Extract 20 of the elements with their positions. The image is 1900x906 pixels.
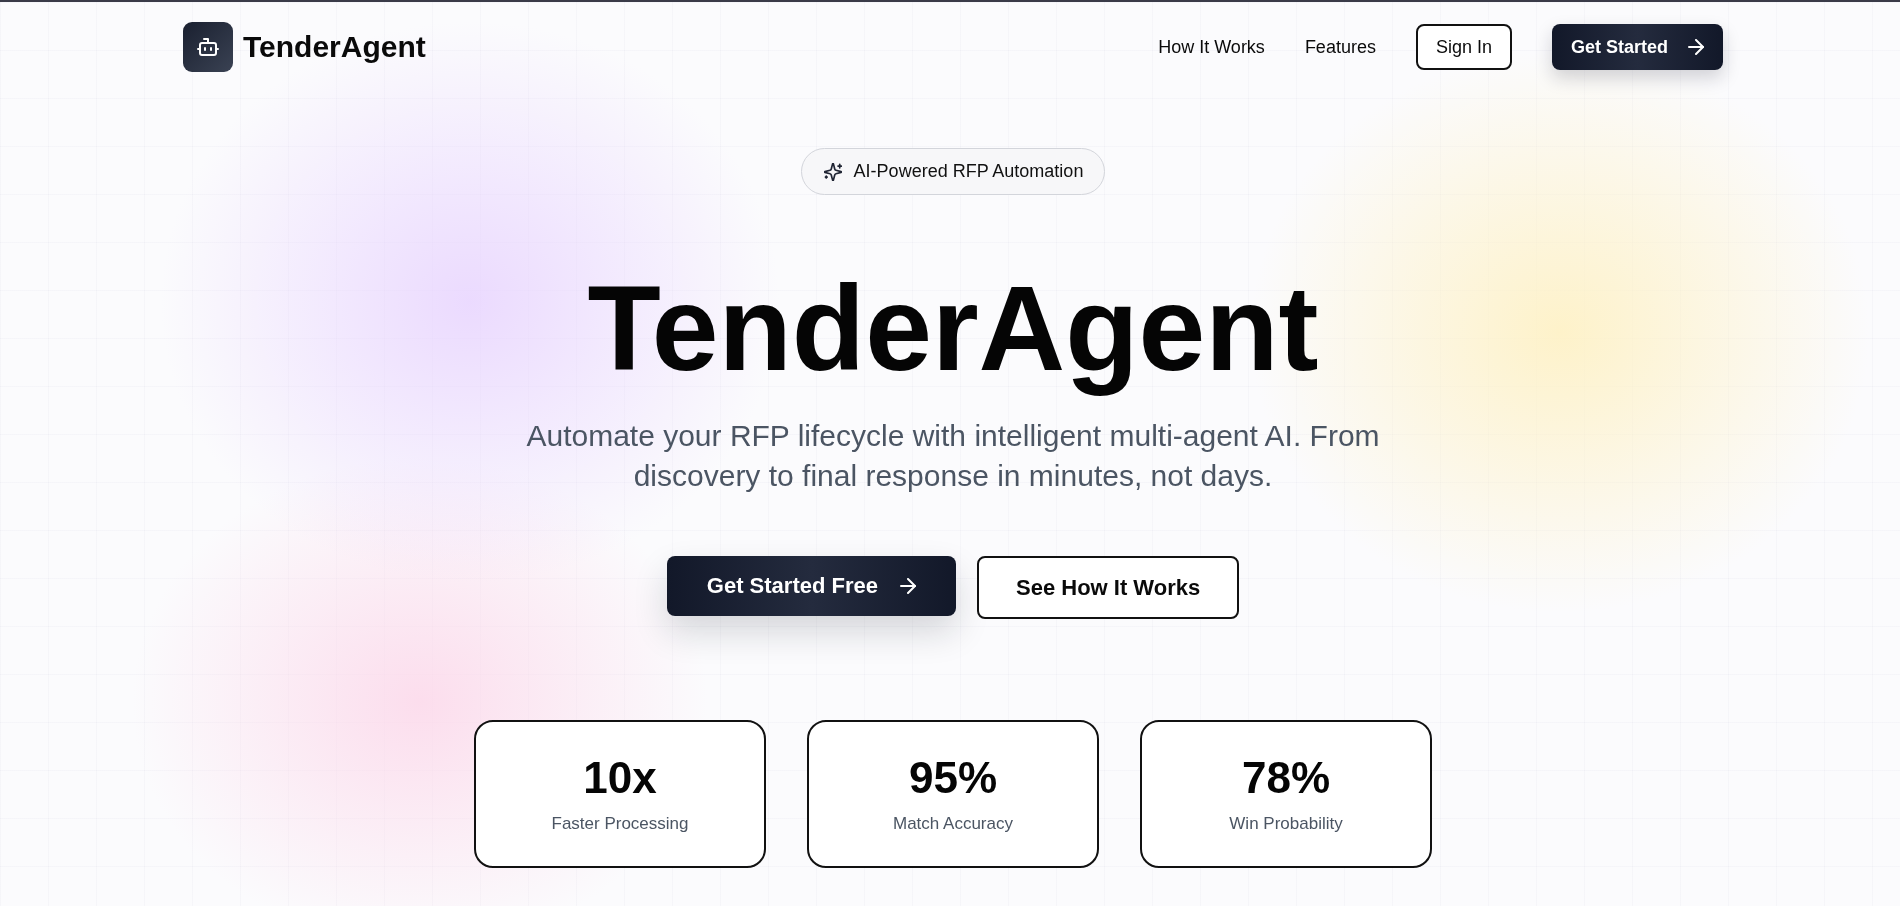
- secondary-cta-button[interactable]: See How It Works: [977, 556, 1240, 619]
- stat-value: 78%: [1241, 752, 1331, 804]
- hero-subtitle: Automate your RFP lifecycle with intelligent multi-agent AI. From discovery to final response in minutes, not days.: [525, 418, 1381, 494]
- get-started-button[interactable]: Get Started: [1551, 24, 1723, 70]
- brand-name: TenderAgent: [243, 29, 426, 65]
- sparkles-icon: [823, 162, 842, 181]
- arrow-right-icon: [1688, 39, 1704, 55]
- sign-in-button[interactable]: Sign In: [1415, 24, 1512, 70]
- stat-label: Match Accuracy: [893, 814, 1013, 834]
- nav-link[interactable]: How It Works: [1158, 36, 1265, 58]
- stat-label: Win Probability: [1229, 814, 1343, 834]
- hero-title: TenderAgent: [587, 262, 1319, 394]
- stat-value: 10x: [583, 752, 657, 804]
- nav-link[interactable]: Features: [1304, 36, 1376, 58]
- primary-cta-button[interactable]: Get Started Free: [666, 556, 956, 616]
- arrow-right-icon: [900, 578, 916, 594]
- robot-icon: [183, 22, 233, 72]
- stat-value: 95%: [908, 752, 998, 804]
- tagline-text: AI-Powered RFP Automation: [853, 161, 1084, 182]
- stat-label: Faster Processing: [551, 814, 689, 834]
